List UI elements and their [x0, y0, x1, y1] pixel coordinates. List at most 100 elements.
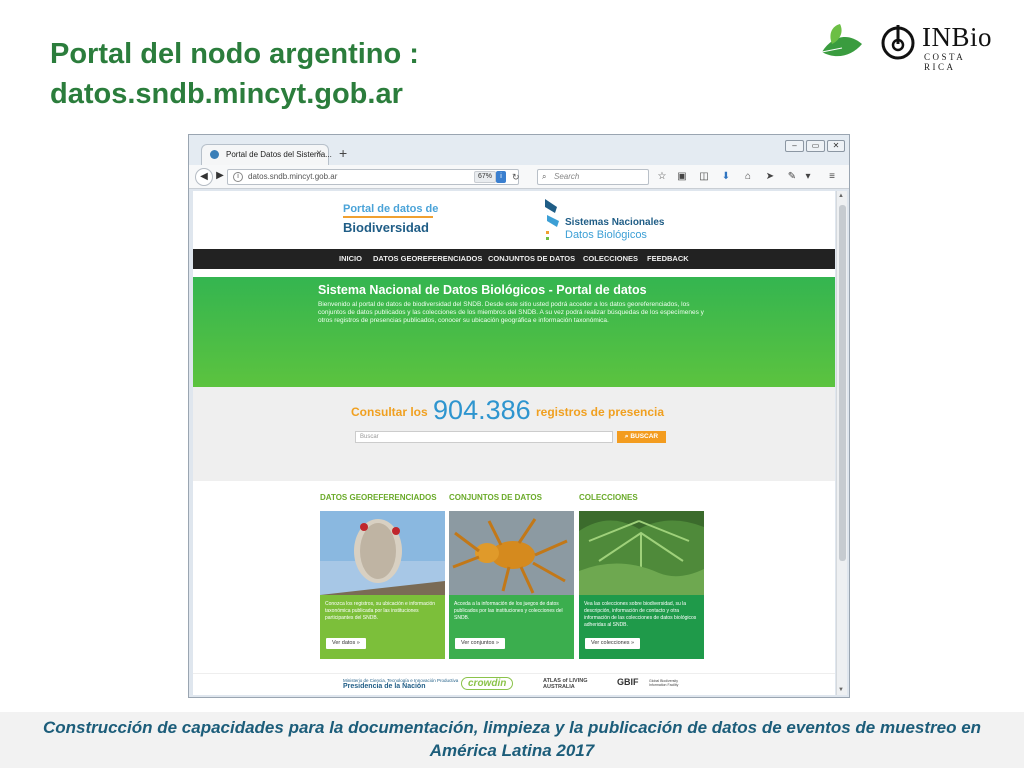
fern-image [579, 511, 704, 595]
consult-prefix: Consultar los [351, 405, 428, 419]
mincyt-logo[interactable]: Ministerio de Ciencia, Tecnología e Inno… [343, 678, 458, 690]
scroll-down-icon[interactable]: ▼ [838, 687, 844, 693]
crowdin-logo[interactable]: crowdin [461, 677, 514, 690]
bookmark-star-icon[interactable]: ☆ [655, 170, 669, 184]
footer-logos: Ministerio de Ciencia, Tecnología e Inno… [193, 673, 835, 695]
consult-suffix: registros de presencia [535, 405, 665, 419]
sndb-logo[interactable]: Sistemas Nacionales Datos Biológicos [543, 197, 673, 243]
browser-search-placeholder: Search [554, 172, 580, 181]
minimize-button[interactable]: – [785, 140, 804, 152]
site-search-placeholder: Buscar [360, 434, 379, 440]
portal-logo-line1: Portal de datos de [343, 203, 439, 215]
menu-item-feedback[interactable]: FEEDBACK [647, 254, 689, 263]
gbif-logo[interactable]: GBIF [617, 677, 639, 687]
zoom-indicator[interactable]: 67% [474, 171, 497, 183]
menu-icon[interactable]: ≡ [825, 170, 839, 184]
slide-title: Portal del nodo argentino : datos.sndb.m… [50, 34, 419, 114]
browser-window: Portal de Datos del Sistema... × + – ▭ ✕… [188, 134, 850, 698]
card-body-georeferenciados: Conozca los registros, su ubicación e in… [320, 595, 445, 659]
card-body-colecciones: Vea las colecciones sobre biodiversidad,… [579, 595, 704, 659]
pocket-icon[interactable]: ◫ [697, 170, 711, 184]
home-icon[interactable]: ⌂ [741, 170, 755, 184]
download-icon[interactable]: ⬇ [719, 170, 733, 184]
browser-viewport: Portal de datos de Biodiversidad Sistema… [193, 191, 835, 695]
slide-footer-line2: América Latina 2017 [429, 741, 595, 760]
slide-footer-line1: Construcción de capacidades para la docu… [42, 718, 982, 737]
reader-icon[interactable]: i [496, 171, 506, 183]
browser-navbar: ◀ ▶ i datos.sndb.mincyt.gob.ar 67% i ↻ ⌕… [189, 165, 849, 189]
inbio-symbol-icon [881, 25, 915, 60]
sndb-symbol-icon [545, 199, 559, 240]
sections-area: DATOS GEOREFERENCIADOS CONJUNTOS DE DATO… [193, 481, 835, 695]
slide: Portal del nodo argentino : datos.sndb.m… [0, 0, 1024, 768]
sndb-logo-line2: Datos Biológicos [565, 229, 647, 241]
portal-logo-underline [343, 216, 433, 218]
gbif-logo-subtitle: Global Biodiversity Information Facility [649, 679, 679, 687]
forward-arrow-icon[interactable]: ▶ [213, 168, 227, 186]
chevron-down-icon[interactable]: ▾ [801, 170, 815, 184]
site-menu: INICIO DATOS GEOREFERENCIADOS CONJUNTOS … [193, 249, 835, 269]
cactus-image [320, 511, 445, 595]
section-heading-georeferenciados: DATOS GEOREFERENCIADOS [320, 493, 437, 502]
browser-titlebar: Portal de Datos del Sistema... × + – ▭ ✕ [189, 135, 849, 165]
ver-datos-button[interactable]: Ver datos » [326, 638, 366, 649]
scrollbar-thumb[interactable] [839, 205, 846, 561]
section-heading-conjuntos: CONJUNTOS DE DATOS [449, 493, 542, 502]
menu-item-datos-georeferenciados[interactable]: DATOS GEOREFERENCIADOS [373, 254, 482, 263]
card-text-colecciones: Vea las colecciones sobre biodiversidad,… [584, 601, 697, 628]
scroll-up-icon[interactable]: ▲ [838, 193, 844, 199]
card-body-conjuntos: Acceda a la información de los juegos de… [449, 595, 574, 659]
leaf-logo-icon [821, 24, 862, 57]
site-search-button-label: BUSCAR [630, 433, 659, 440]
hero-title: Sistema Nacional de Datos Biológicos - P… [318, 283, 647, 297]
clipboard-icon[interactable]: ▣ [675, 170, 689, 184]
tab-close-icon[interactable]: × [316, 148, 322, 159]
search-section: Consultar los 904.386 registros de prese… [193, 387, 835, 481]
favicon-icon [210, 150, 219, 159]
inbio-logo: INBio COSTA RICA [880, 20, 1000, 72]
section-heading-colecciones: COLECCIONES [579, 493, 638, 502]
spider-image [449, 511, 574, 595]
browser-tab[interactable]: Portal de Datos del Sistema... × [201, 144, 332, 165]
card-text-conjuntos: Acceda a la información de los juegos de… [454, 601, 563, 621]
browser-search-input[interactable]: ⌕ Search [537, 169, 649, 185]
slide-title-line1: Portal del nodo argentino : [50, 38, 419, 70]
new-tab-button[interactable]: + [339, 145, 347, 161]
card-text-georeferenciados: Conozca los registros, su ubicación e in… [325, 601, 436, 621]
card-georeferenciados: Conozca los registros, su ubicación e in… [320, 511, 445, 659]
site-header: Portal de datos de Biodiversidad Sistema… [193, 191, 835, 249]
menu-item-inicio[interactable]: INICIO [339, 254, 362, 263]
records-counter: Consultar los 904.386 registros de prese… [351, 395, 664, 426]
card-conjuntos: Acceda a la información de los juegos de… [449, 511, 574, 659]
portal-logo-line2: Biodiversidad [343, 220, 429, 235]
reload-icon[interactable]: ↻ [512, 170, 520, 184]
site-search-button[interactable]: ⌕ BUSCAR [617, 431, 666, 443]
close-button[interactable]: ✕ [827, 140, 845, 152]
send-icon[interactable]: ➤ [763, 170, 777, 184]
portal-logo[interactable]: Portal de datos de Biodiversidad [343, 203, 438, 235]
sndb-logo-line1: Sistemas Nacionales [565, 217, 665, 228]
site-search-input[interactable]: Buscar [355, 431, 613, 443]
vertical-scrollbar[interactable]: ▲ ▼ [836, 191, 847, 695]
ver-conjuntos-button[interactable]: Ver conjuntos » [455, 638, 505, 649]
menu-item-colecciones[interactable]: COLECCIONES [583, 254, 638, 263]
hero-banner: Sistema Nacional de Datos Biológicos - P… [193, 277, 835, 387]
menu-item-conjuntos-de-datos[interactable]: CONJUNTOS DE DATOS [488, 254, 575, 263]
info-icon[interactable]: i [233, 172, 243, 182]
back-arrow-icon[interactable]: ◀ [195, 168, 213, 186]
mincyt-logo-line2: Presidencia de la Nación [343, 683, 426, 690]
slide-footer: Construcción de capacidades para la docu… [0, 712, 1024, 768]
inbio-subtitle: COSTA RICA [924, 52, 965, 72]
ver-colecciones-button[interactable]: Ver colecciones » [585, 638, 641, 649]
search-icon: ⌕ [542, 172, 547, 181]
card-colecciones: Vea las colecciones sobre biodiversidad,… [579, 511, 704, 659]
url-text: datos.sndb.mincyt.gob.ar [248, 172, 338, 181]
slide-footer-text: Construcción de capacidades para la docu… [0, 716, 1024, 762]
ala-logo[interactable]: ATLAS of LIVING AUSTRALIA [543, 678, 603, 690]
records-count: 904.386 [433, 395, 531, 425]
maximize-button[interactable]: ▭ [806, 140, 825, 152]
slide-title-line2: datos.sndb.mincyt.gob.ar [50, 78, 403, 110]
url-bar[interactable]: i datos.sndb.mincyt.gob.ar 67% i ↻ [227, 169, 520, 185]
extension-icon[interactable]: ✎ [785, 170, 799, 184]
hero-text: Bienvenido al portal de datos de biodive… [318, 301, 704, 324]
